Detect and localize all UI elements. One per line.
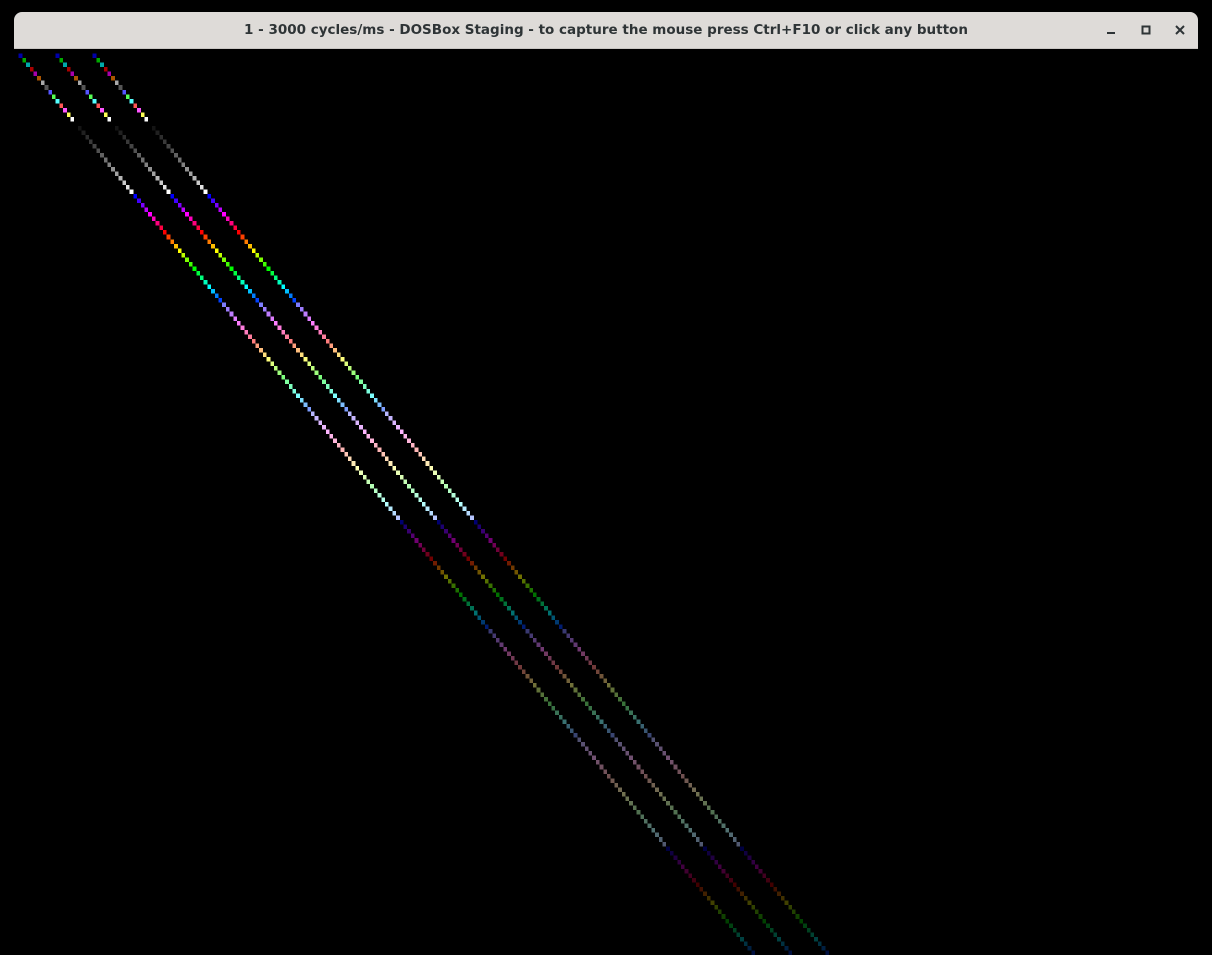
close-icon xyxy=(1175,25,1185,35)
minimize-button[interactable] xyxy=(1099,18,1123,42)
maximize-icon xyxy=(1141,25,1151,35)
minimize-icon xyxy=(1107,32,1115,34)
close-button[interactable] xyxy=(1168,18,1192,42)
window-title: 1 - 3000 cycles/ms - DOSBox Staging - to… xyxy=(244,22,968,38)
dosbox-window: 1 - 3000 cycles/ms - DOSBox Staging - to… xyxy=(14,12,1199,955)
dos-screen-canvas[interactable] xyxy=(15,49,1199,955)
title-bar[interactable]: 1 - 3000 cycles/ms - DOSBox Staging - to… xyxy=(14,12,1198,49)
maximize-button[interactable] xyxy=(1134,18,1158,42)
